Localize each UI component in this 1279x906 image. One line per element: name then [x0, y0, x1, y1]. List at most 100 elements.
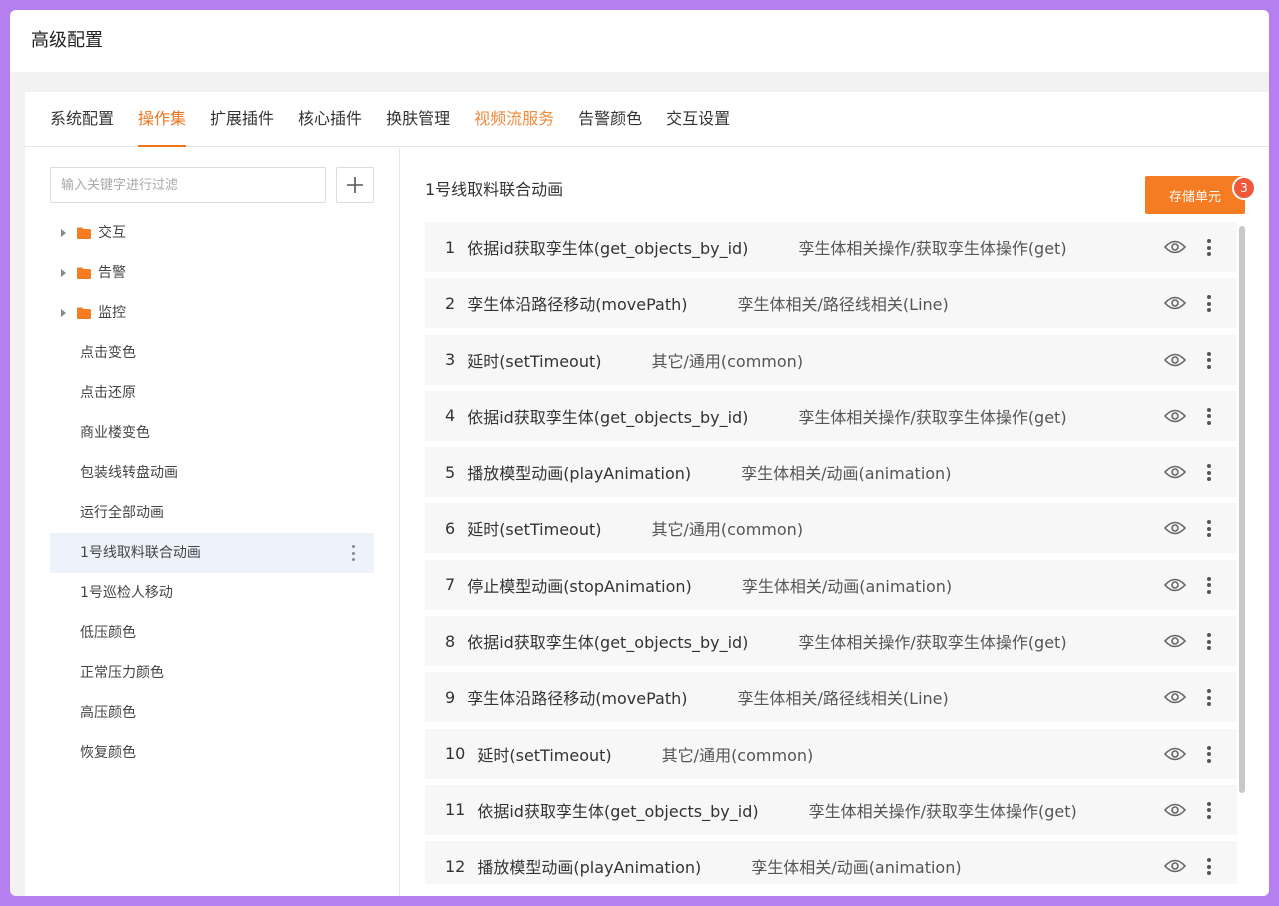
step-index: 10	[445, 744, 466, 764]
more-vertical-icon[interactable]	[1207, 464, 1211, 482]
step-name: 延时(setTimeout)	[467, 520, 602, 540]
tree-item[interactable]: 点击变色	[50, 333, 374, 373]
tree-item[interactable]: 1号巡检人移动	[50, 573, 374, 613]
eye-icon[interactable]	[1164, 631, 1186, 651]
tab-core-plugins[interactable]: 核心插件	[298, 91, 362, 146]
eye-icon[interactable]	[1164, 350, 1186, 370]
step-name: 依据id获取孪生体(get_objects_by_id)	[467, 407, 749, 427]
eye-icon[interactable]	[1164, 744, 1186, 764]
step-name: 孪生体沿路径移动(movePath)	[467, 295, 688, 315]
operation-tree: 交互 告警 监控 点击变色 点击还原 商业楼变色 包装线转盘动画 运行全部动画	[50, 213, 374, 773]
step-index: 4	[445, 406, 456, 426]
operation-tree-sidebar: 交互 告警 监控 点击变色 点击还原 商业楼变色 包装线转盘动画 运行全部动画	[25, 148, 400, 896]
tree-item[interactable]: 低压颜色	[50, 613, 374, 653]
step-category: 其它/通用(common)	[661, 745, 814, 765]
list-scrollbar[interactable]	[1239, 226, 1245, 793]
step-name: 依据id获取孪生体(get_objects_by_id)	[467, 239, 749, 258]
eye-icon[interactable]	[1164, 800, 1186, 820]
more-vertical-icon[interactable]	[1207, 576, 1211, 594]
store-unit-badge: 3	[1232, 176, 1256, 200]
operation-step-row[interactable]: 7 停止模型动画(stopAnimation) 孪生体相关/动画(animati…	[425, 559, 1237, 610]
tree-item[interactable]: 正常压力颜色	[50, 653, 374, 693]
more-vertical-icon[interactable]	[1207, 407, 1211, 425]
tree-item-selected[interactable]: 1号线取料联合动画	[50, 533, 374, 573]
folder-icon	[77, 307, 91, 319]
filter-input[interactable]	[50, 167, 326, 203]
operation-step-row[interactable]: 2 孪生体沿路径移动(movePath) 孪生体相关/路径线相关(Line)	[425, 278, 1237, 329]
operation-step-row[interactable]: 9 孪生体沿路径移动(movePath) 孪生体相关/路径线相关(Line)	[425, 672, 1237, 723]
more-vertical-icon[interactable]	[352, 545, 356, 561]
tree-folder-label: 告警	[98, 265, 126, 281]
more-vertical-icon[interactable]	[1207, 295, 1211, 313]
step-category: 孪生体相关/路径线相关(Line)	[737, 689, 949, 709]
tree-item[interactable]: 点击还原	[50, 373, 374, 413]
operation-step-row[interactable]: 12 播放模型动画(playAnimation) 孪生体相关/动画(animat…	[425, 841, 1237, 884]
operation-step-row[interactable]: 11 依据id获取孪生体(get_objects_by_id) 孪生体相关操作/…	[425, 784, 1237, 835]
step-index: 3	[445, 350, 456, 370]
step-category: 孪生体相关/路径线相关(Line)	[737, 295, 949, 315]
more-vertical-icon[interactable]	[1207, 801, 1211, 819]
tree-item[interactable]: 包装线转盘动画	[50, 453, 374, 493]
window-title: 高级配置	[10, 10, 1269, 72]
caret-right-icon[interactable]	[61, 229, 66, 237]
plus-icon	[347, 177, 363, 193]
step-category: 孪生体相关/动画(animation)	[751, 858, 962, 878]
folder-icon	[77, 227, 91, 239]
tab-operation-set[interactable]: 操作集	[138, 91, 187, 147]
step-name: 播放模型动画(playAnimation)	[477, 858, 702, 878]
operation-step-row[interactable]: 10 延时(setTimeout) 其它/通用(common)	[425, 728, 1237, 779]
operation-detail: 1号线取料联合动画 存储单元 3 1 依据id获取孪生体(get_objects…	[401, 148, 1269, 896]
eye-icon[interactable]	[1164, 237, 1186, 257]
eye-icon[interactable]	[1164, 687, 1186, 707]
eye-icon[interactable]	[1164, 856, 1186, 876]
tree-item[interactable]: 运行全部动画	[50, 493, 374, 533]
tab-extension-plugins[interactable]: 扩展插件	[210, 91, 274, 146]
add-button[interactable]	[336, 167, 374, 203]
eye-icon[interactable]	[1164, 406, 1186, 426]
eye-icon[interactable]	[1164, 518, 1186, 538]
operation-step-row[interactable]: 4 依据id获取孪生体(get_objects_by_id) 孪生体相关操作/获…	[425, 390, 1237, 441]
step-name: 依据id获取孪生体(get_objects_by_id)	[467, 633, 749, 653]
more-vertical-icon[interactable]	[1207, 520, 1211, 538]
more-vertical-icon[interactable]	[1207, 745, 1211, 763]
folder-icon	[77, 267, 91, 279]
tree-item[interactable]: 高压颜色	[50, 693, 374, 733]
caret-right-icon[interactable]	[61, 269, 66, 277]
step-category: 其它/通用(common)	[651, 520, 804, 540]
tree-folder-monitor[interactable]: 监控	[50, 293, 374, 333]
operation-step-row[interactable]: 8 依据id获取孪生体(get_objects_by_id) 孪生体相关操作/获…	[425, 616, 1237, 667]
tab-bar: 系统配置 操作集 扩展插件 核心插件 换肤管理 视频流服务 告警颜色 交互设置	[25, 92, 1269, 147]
tree-item[interactable]: 商业楼变色	[50, 413, 374, 453]
more-vertical-icon[interactable]	[1207, 239, 1211, 256]
more-vertical-icon[interactable]	[1207, 633, 1211, 651]
tab-system-config[interactable]: 系统配置	[50, 91, 114, 146]
operation-step-row[interactable]: 1 依据id获取孪生体(get_objects_by_id) 孪生体相关操作/获…	[425, 222, 1237, 272]
eye-icon[interactable]	[1164, 462, 1186, 482]
tab-interaction-settings[interactable]: 交互设置	[666, 91, 730, 146]
store-unit-button[interactable]: 存储单元	[1145, 176, 1245, 214]
tree-item[interactable]: 恢复颜色	[50, 733, 374, 773]
eye-icon[interactable]	[1164, 575, 1186, 595]
more-vertical-icon[interactable]	[1207, 689, 1211, 707]
step-index: 12	[445, 856, 466, 876]
caret-right-icon[interactable]	[61, 309, 66, 317]
step-index: 1	[445, 237, 456, 257]
step-category: 孪生体相关/动画(animation)	[741, 464, 952, 484]
tree-folder-label: 监控	[98, 305, 126, 321]
step-name: 孪生体沿路径移动(movePath)	[467, 689, 688, 709]
step-index: 8	[445, 631, 456, 651]
more-vertical-icon[interactable]	[1207, 351, 1211, 369]
tab-video-stream-service[interactable]: 视频流服务	[474, 91, 554, 146]
tree-folder-alarm[interactable]: 告警	[50, 253, 374, 293]
step-category: 孪生体相关操作/获取孪生体操作(get)	[808, 801, 1077, 821]
operation-step-row[interactable]: 6 延时(setTimeout) 其它/通用(common)	[425, 503, 1237, 554]
more-vertical-icon[interactable]	[1207, 858, 1211, 876]
operation-step-row[interactable]: 5 播放模型动画(playAnimation) 孪生体相关/动画(animati…	[425, 447, 1237, 498]
eye-icon[interactable]	[1164, 293, 1186, 313]
operation-title: 1号线取料联合动画	[425, 180, 564, 199]
tree-folder-interaction[interactable]: 交互	[50, 213, 374, 253]
step-name: 延时(setTimeout)	[467, 351, 602, 371]
operation-step-row[interactable]: 3 延时(setTimeout) 其它/通用(common)	[425, 334, 1237, 385]
tab-skin-management[interactable]: 换肤管理	[386, 91, 450, 146]
tab-alarm-colors[interactable]: 告警颜色	[578, 91, 642, 146]
